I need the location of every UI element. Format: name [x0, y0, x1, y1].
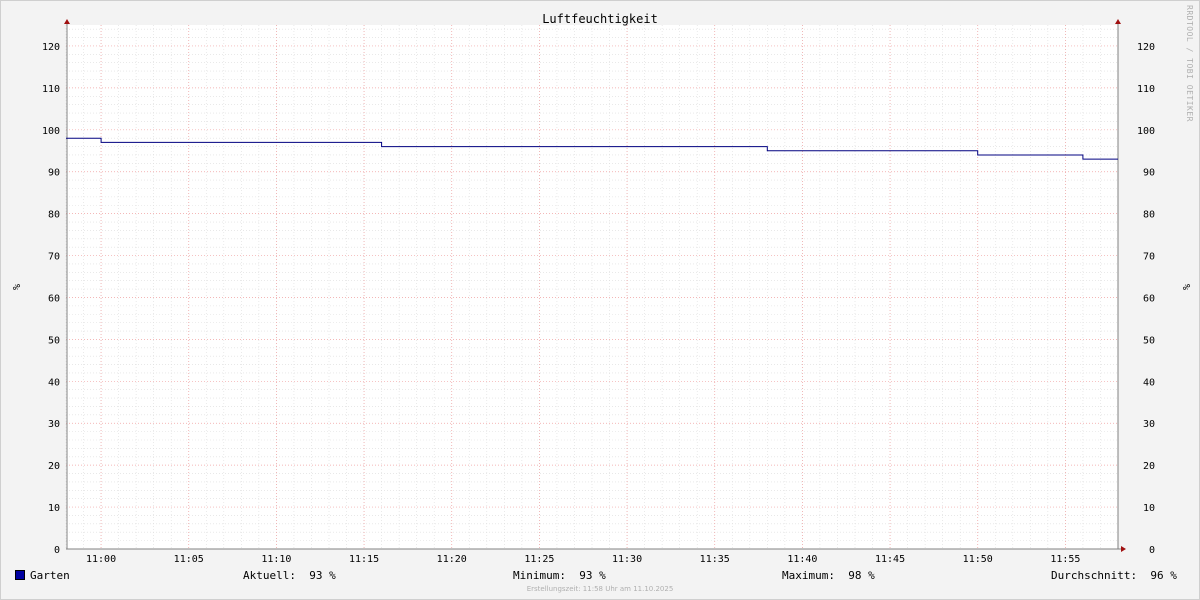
x-tick-label: 11:45	[875, 554, 905, 565]
chart-title: Luftfeuchtigkeit	[542, 12, 658, 26]
y-tick-label-left: 40	[48, 377, 60, 388]
legend-maximum: Maximum: 98 %	[782, 568, 875, 584]
y-tick-labels-left: 0 10 20 30 40 50 60 70 80 90 100 110 120	[42, 42, 60, 556]
y-tick-label-right: 40	[1143, 377, 1155, 388]
y-tick-labels-right: 0 10 20 30 40 50 60 70 80 90 100 110 120	[1137, 42, 1155, 556]
x-tick-label: 11:25	[524, 554, 554, 565]
chart-canvas: 0 10 20 30 40 50 60 70 80 90 100 110 120 0 10 20 30 40 50…	[10, 5, 1194, 565]
legend-swatch	[15, 570, 25, 580]
y-tick-label-right: 80	[1143, 210, 1155, 221]
x-tick-label: 11:35	[700, 554, 730, 565]
y-tick-label-left: 30	[48, 419, 60, 430]
x-tick-label: 11:40	[787, 554, 817, 565]
y-axis-label-right: %	[1180, 284, 1191, 290]
legend-durchschnitt: Durchschnitt: 96 %	[1051, 568, 1177, 584]
y-tick-label-left: 70	[48, 252, 60, 263]
y-tick-label-right: 0	[1149, 545, 1155, 556]
y-tick-label-left: 50	[48, 335, 60, 346]
x-tick-label: 11:10	[261, 554, 291, 565]
x-tick-label: 11:05	[174, 554, 204, 565]
watermark: RRDTOOL / TOBI OETIKER	[1185, 5, 1194, 122]
legend-minimum-label: Minimum:	[513, 569, 566, 582]
y-tick-label-right: 10	[1143, 503, 1155, 514]
x-tick-label: 11:15	[349, 554, 379, 565]
legend-aktuell: Aktuell: 93 %	[243, 568, 336, 584]
y-tick-label-right: 50	[1143, 335, 1155, 346]
y-tick-label-left: 90	[48, 168, 60, 179]
y-tick-label-left: 80	[48, 210, 60, 221]
legend-aktuell-label: Aktuell:	[243, 569, 296, 582]
y-tick-label-left: 0	[54, 545, 60, 556]
legend-minimum: Minimum: 93 %	[513, 568, 606, 584]
x-tick-label: 11:20	[437, 554, 467, 565]
y-axis-arrow-left	[64, 19, 70, 24]
legend-durchschnitt-label: Durchschnitt:	[1051, 569, 1138, 582]
x-tick-label: 11:50	[963, 554, 993, 565]
x-tick-labels: 11:00 11:05 11:10 11:15 11:20 11:25 11:30 11:35…	[86, 554, 1080, 565]
legend-maximum-value: 98 %	[848, 569, 875, 582]
y-tick-label-left: 10	[48, 503, 60, 514]
x-tick-label: 11:55	[1050, 554, 1080, 565]
y-tick-label-right: 100	[1137, 126, 1155, 137]
y-axis-arrow-right	[1115, 19, 1121, 24]
legend-series-name: Garten	[30, 569, 70, 582]
y-tick-label-right: 60	[1143, 293, 1155, 304]
footer-timestamp: Erstellungszeit: 11:58 Uhr am 11.10.2025	[526, 585, 674, 593]
y-tick-label-right: 90	[1143, 168, 1155, 179]
y-tick-label-left: 110	[42, 84, 60, 95]
y-tick-label-left: 60	[48, 293, 60, 304]
legend-minimum-value: 93 %	[579, 569, 606, 582]
x-tick-label: 11:30	[612, 554, 642, 565]
x-tick-label: 11:00	[86, 554, 116, 565]
y-tick-label-right: 70	[1143, 252, 1155, 263]
y-tick-label-left: 20	[48, 461, 60, 472]
y-tick-label-right: 30	[1143, 419, 1155, 430]
legend-durchschnitt-value: 96 %	[1150, 569, 1177, 582]
legend-aktuell-value: 93 %	[309, 569, 336, 582]
y-tick-label-left: 120	[42, 42, 60, 53]
legend-maximum-label: Maximum:	[782, 569, 835, 582]
y-tick-label-right: 110	[1137, 84, 1155, 95]
x-axis-arrow	[1121, 546, 1126, 552]
y-tick-label-right: 20	[1143, 461, 1155, 472]
y-tick-label-left: 100	[42, 126, 60, 137]
y-tick-label-right: 120	[1137, 42, 1155, 53]
y-axis-label-left: %	[10, 284, 21, 290]
